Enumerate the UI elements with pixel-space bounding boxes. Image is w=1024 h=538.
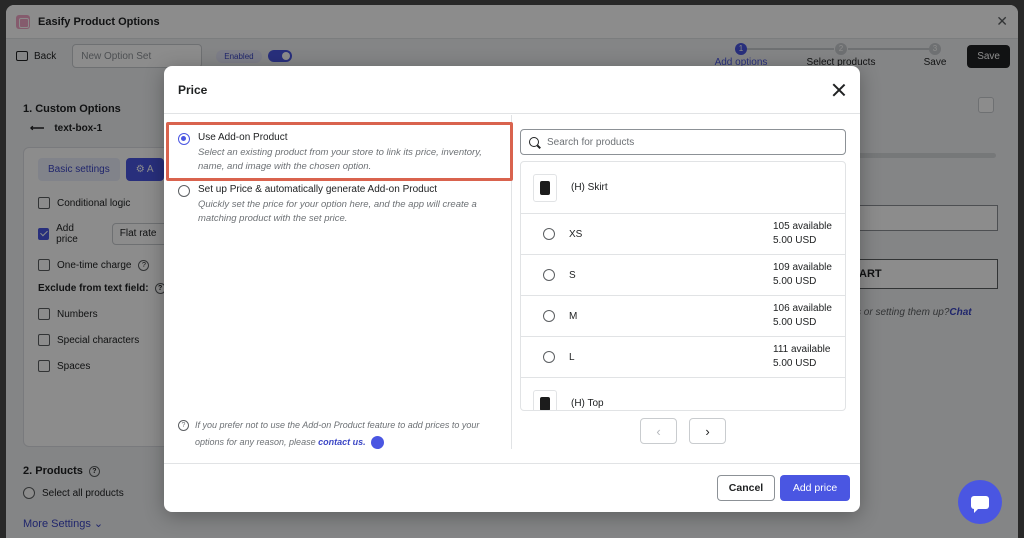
setup-price-option[interactable]: Set up Price & automatically generate Ad… xyxy=(178,184,498,226)
next-page-button[interactable]: › xyxy=(689,418,726,444)
search-icon xyxy=(529,137,539,147)
chat-launcher-button[interactable] xyxy=(958,480,1002,524)
variant-row[interactable]: S 109 available 5.00 USD xyxy=(521,255,845,296)
use-addon-product-option[interactable]: Use Add-on Product Select an existing pr… xyxy=(178,132,498,174)
close-icon[interactable] xyxy=(832,83,846,97)
add-price-button[interactable]: Add price xyxy=(780,475,850,501)
variant-row[interactable]: XS 105 available 5.00 USD xyxy=(521,214,845,255)
modal-title: Price xyxy=(178,82,208,97)
setup-price-radio[interactable] xyxy=(178,185,190,197)
use-addon-product-radio[interactable] xyxy=(178,133,190,145)
variant-radio[interactable] xyxy=(543,228,555,240)
modal-header: Price xyxy=(164,66,860,114)
product-thumbnail xyxy=(533,389,557,410)
variant-radio[interactable] xyxy=(543,310,555,322)
search-input[interactable]: Search for products xyxy=(520,129,846,155)
setup-price-description: Quickly set the price for your option he… xyxy=(198,199,477,224)
price-modal: Price Use Add-on Product Select an exist… xyxy=(164,66,860,512)
variant-row[interactable]: M 106 available 5.00 USD xyxy=(521,296,845,337)
chat-icon xyxy=(971,495,989,513)
variant-row[interactable]: L 111 available 5.00 USD xyxy=(521,337,845,378)
footnote: ? If you prefer not to use the Add-on Pr… xyxy=(178,417,498,451)
setup-price-label: Set up Price & automatically generate Ad… xyxy=(198,184,438,195)
price-mode-panel: Use Add-on Product Select an existing pr… xyxy=(164,115,513,451)
chat-icon[interactable] xyxy=(371,436,385,450)
prev-page-button[interactable]: ‹ xyxy=(640,418,677,444)
cancel-button[interactable]: Cancel xyxy=(717,475,775,501)
product-thumbnail xyxy=(533,173,557,202)
modal-footer: Cancel Add price xyxy=(164,463,860,512)
pagination: ‹ › xyxy=(640,418,726,444)
contact-us-link[interactable]: contact us. xyxy=(318,437,366,447)
use-addon-product-label: Use Add-on Product xyxy=(198,132,288,143)
variant-radio[interactable] xyxy=(543,351,555,363)
help-icon: ? xyxy=(178,420,189,431)
product-list: (H) Skirt XS 105 available 5.00 USD S 109… xyxy=(520,161,846,411)
variant-radio[interactable] xyxy=(543,269,555,281)
product-row: (H) Top xyxy=(521,378,845,410)
product-picker: Search for products (H) Skirt XS 105 ava… xyxy=(520,115,852,449)
product-row: (H) Skirt xyxy=(521,162,845,214)
use-addon-product-description: Select an existing product from your sto… xyxy=(198,147,482,172)
